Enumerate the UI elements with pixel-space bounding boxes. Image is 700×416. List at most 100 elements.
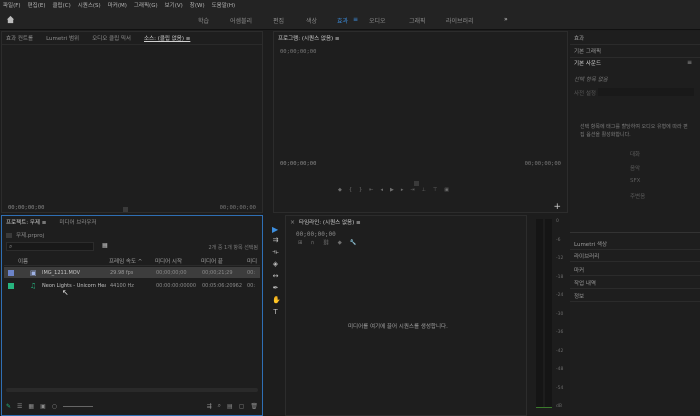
project-item-row[interactable]: ▣ IMG_1211.MOV 29.98 fps 00;00;00;00 00;00;2… <box>4 267 260 278</box>
clear-icon[interactable]: 🗑 <box>250 403 258 410</box>
tab-program[interactable]: 프로그램: (시퀀스 없음) ≡ <box>278 34 340 42</box>
program-add-button[interactable]: + <box>553 202 561 212</box>
audio-type-3[interactable]: 주변음 <box>630 192 645 200</box>
nest-icon[interactable]: ⊞ <box>298 240 303 246</box>
automate-to-sequence-icon[interactable]: ⇶ <box>207 403 212 410</box>
effects-panel-header[interactable]: 효과 <box>574 34 584 42</box>
meter-scale-label: dB <box>556 404 562 409</box>
mark-out-icon[interactable]: } <box>359 187 362 193</box>
project-item-row[interactable]: ♫ Neon Lights - Unicorn Hea 44100 Hz 00:00:… <box>4 280 260 291</box>
selection-tool-icon[interactable]: ▶ <box>272 225 278 234</box>
workspace-tab-4[interactable]: 효과 <box>337 16 348 25</box>
lift-icon[interactable]: ⊥ <box>422 187 426 193</box>
tab-media-browser[interactable]: 미디어 브라우저 <box>59 218 96 226</box>
find-icon[interactable]: ⌕ <box>218 402 221 410</box>
linked-selection-icon[interactable]: ⛓ <box>323 240 330 246</box>
go-to-out-icon[interactable]: ⇥ <box>410 187 414 193</box>
essential-sound-preset-dropdown[interactable] <box>598 88 694 96</box>
go-to-in-icon[interactable]: ⇤ <box>369 187 373 193</box>
menu-item-2[interactable]: 클립(C) <box>52 1 70 9</box>
tab-project[interactable]: 프로젝트: 무제 ≡ <box>6 218 46 226</box>
menu-item-7[interactable]: 창(W) <box>190 1 205 9</box>
step-forward-icon[interactable]: ▸ <box>401 187 404 193</box>
basic-graphics-panel-header[interactable]: 기본 그래픽 <box>574 47 601 55</box>
source-playhead-marker[interactable] <box>123 207 128 212</box>
panel-header-4[interactable]: 정보 <box>574 292 584 300</box>
timeline-timecode[interactable]: 00;00;00;00 <box>296 231 336 238</box>
add-marker-icon[interactable]: ◆ <box>338 187 342 193</box>
essential-sound-menu-icon[interactable]: ≡ <box>687 59 692 66</box>
step-back-icon[interactable]: ◂ <box>380 187 383 193</box>
mark-in-icon[interactable]: { <box>349 187 352 193</box>
menu-item-5[interactable]: 그래픽(G) <box>134 1 158 9</box>
audio-type-1[interactable]: 음악 <box>630 164 640 172</box>
column-media-extra[interactable]: 미디 <box>247 257 257 265</box>
close-icon[interactable]: × <box>290 219 295 226</box>
menu-item-8[interactable]: 도움말(H) <box>212 1 236 9</box>
essential-sound-panel-header[interactable]: 기본 사운드 <box>574 59 601 67</box>
zoom-slider-track[interactable] <box>63 405 94 407</box>
list-view-icon[interactable]: ☰ <box>17 403 22 410</box>
export-frame-icon[interactable]: ▣ <box>444 187 449 193</box>
menu-item-1[interactable]: 편집(E) <box>28 1 46 9</box>
new-bin-icon[interactable]: ▤ <box>227 403 233 410</box>
extract-icon[interactable]: ⊤ <box>433 187 437 193</box>
project-footer-toolbar: ✎ ☰ ▦ ▣ ○ ⇶ ⌕ ▤ ▢ 🗑 <box>6 402 258 410</box>
razor-tool-icon[interactable]: ◈ <box>272 261 279 268</box>
tab-timeline[interactable]: 타임라인: (시퀀스 없음) ≡ <box>299 218 361 226</box>
workspace-tab-6[interactable]: 그래픽 <box>409 16 426 25</box>
source-tab-0[interactable]: 효과 컨트롤 <box>6 34 33 42</box>
workspace-tab-7[interactable]: 라이브러리 <box>446 16 474 25</box>
new-item-icon[interactable]: ▢ <box>239 403 245 410</box>
source-tab-1[interactable]: Lumetri 범위 <box>46 34 79 42</box>
freeform-view-icon[interactable]: ▣ <box>40 403 46 410</box>
audio-type-0[interactable]: 대화 <box>630 150 640 158</box>
zoom-slider-handle[interactable]: ○ <box>52 403 57 410</box>
timeline-panel: × 타임라인: (시퀀스 없음) ≡ 00;00;00;00 ⊞ ∩ ⛓ ◆ 🔧… <box>285 215 527 416</box>
add-marker-icon[interactable]: ◆ <box>338 240 342 246</box>
panel-header-0[interactable]: Lumetri 색상 <box>574 240 607 248</box>
workspace-tab-5[interactable]: 오디오 <box>369 16 386 25</box>
home-icon[interactable] <box>6 15 15 24</box>
source-tab-2[interactable]: 오디오 클립 믹서 <box>92 34 131 42</box>
icon-view-icon[interactable]: ▦ <box>28 403 34 410</box>
program-playhead-marker[interactable] <box>414 181 419 186</box>
menu-item-4[interactable]: 마커(M) <box>108 1 127 9</box>
workspace-tab-3[interactable]: 색상 <box>306 16 317 25</box>
menu-item-0[interactable]: 파일(F) <box>3 1 21 9</box>
pen-tool-icon[interactable]: ✒ <box>272 285 279 292</box>
menu-item-3[interactable]: 시퀀스(S) <box>78 1 101 9</box>
column-name[interactable]: 이름 <box>18 257 28 265</box>
type-tool-icon[interactable]: T <box>272 309 279 316</box>
workspace-tab-0[interactable]: 학습 <box>198 16 209 25</box>
workspace-menu-icon[interactable]: ≡ <box>353 16 358 23</box>
track-select-tool-icon[interactable]: ⇉ <box>272 237 279 244</box>
hand-tool-icon[interactable]: ✋ <box>272 297 281 304</box>
wrench-icon[interactable]: 🔧 <box>350 240 357 246</box>
label-color-chip[interactable] <box>8 282 14 289</box>
panel-header-2[interactable]: 마커 <box>574 266 584 274</box>
column-frame-rate[interactable]: 프레임 속도 ^ <box>109 257 142 265</box>
column-media-start[interactable]: 미디어 시작 <box>155 257 182 265</box>
play-icon[interactable]: ▶ <box>390 187 394 193</box>
project-search-input[interactable]: ⌕ <box>6 242 94 251</box>
audio-type-2[interactable]: SFX <box>630 178 640 184</box>
source-tab-3[interactable]: 소스: (클립 없음) ≡ <box>144 34 190 42</box>
ripple-edit-tool-icon[interactable]: ⟛ <box>272 249 279 256</box>
column-media-end[interactable]: 미디어 끝 <box>201 257 223 265</box>
snap-icon[interactable]: ∩ <box>311 240 315 246</box>
new-search-bin-icon[interactable]: ▦ <box>102 242 108 249</box>
project-horizontal-scrollbar[interactable] <box>6 388 258 392</box>
panel-header-1[interactable]: 라이브러리 <box>574 252 599 260</box>
slip-tool-icon[interactable]: ↔ <box>272 273 279 280</box>
pencil-icon[interactable]: ✎ <box>6 403 11 410</box>
workspace-overflow-button[interactable]: » <box>504 16 508 23</box>
program-timecode-left[interactable]: 00;00;00;00 <box>280 161 316 167</box>
panel-header-3[interactable]: 작업 내역 <box>574 279 596 287</box>
menu-item-6[interactable]: 보기(V) <box>165 1 183 9</box>
workspace-tab-2[interactable]: 편집 <box>273 16 284 25</box>
source-timecode-left[interactable]: 00;00;00;00 <box>8 205 44 211</box>
label-color-chip[interactable] <box>8 269 14 276</box>
audio-meter-floor <box>536 407 552 408</box>
workspace-tab-1[interactable]: 어셈블리 <box>230 16 252 25</box>
